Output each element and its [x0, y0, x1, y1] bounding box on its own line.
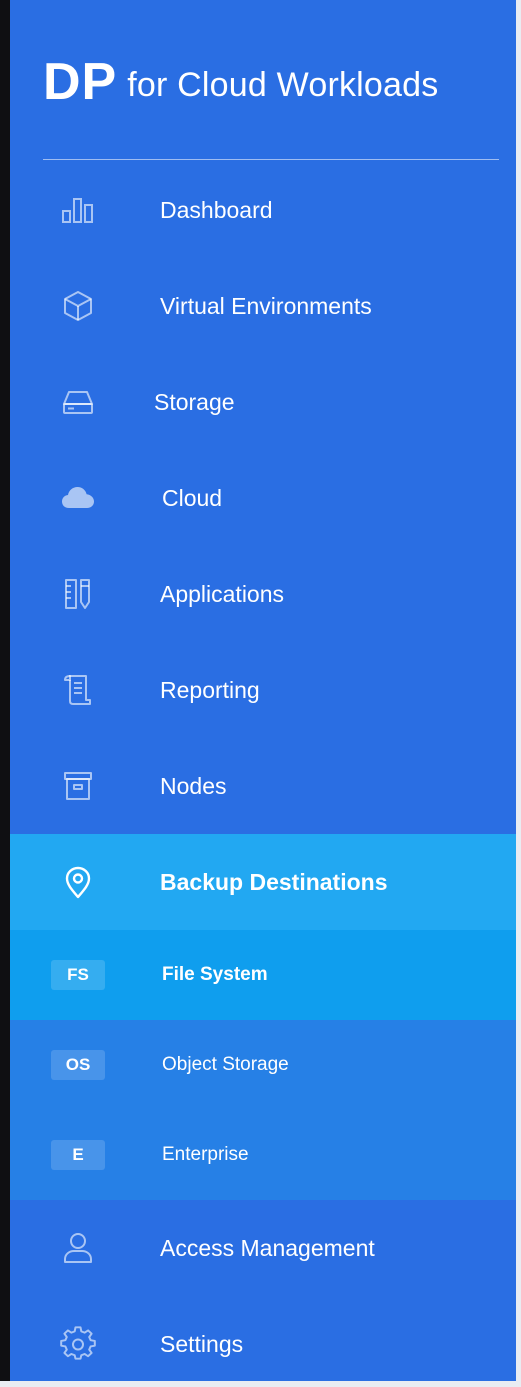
submenu-item-label: File System	[162, 964, 268, 985]
window-frame-left	[0, 0, 10, 1387]
brand[interactable]: DP for Cloud Workloads	[43, 40, 438, 110]
menu-item-backup-destinations[interactable]: Backup Destinations	[10, 834, 516, 930]
menu-item-applications[interactable]: Applications	[10, 546, 516, 642]
menu-item-label: Nodes	[160, 772, 227, 799]
submenu-badge: E	[51, 1140, 105, 1170]
brand-divider	[43, 159, 499, 160]
menu-item-label: Cloud	[162, 484, 223, 511]
main-menu: Dashboard Virtual Environments Storage C…	[10, 162, 516, 1381]
brand-subtitle: for Cloud Workloads	[127, 66, 439, 104]
menu-item-label: Backup Destinations	[160, 868, 388, 895]
hard-drive-icon	[58, 382, 98, 422]
bar-chart-icon	[58, 190, 98, 230]
menu-item-label: Applications	[160, 580, 285, 607]
menu-item-access-management[interactable]: Access Management	[10, 1200, 516, 1296]
menu-item-virtual-environments[interactable]: Virtual Environments	[10, 258, 516, 354]
menu-item-label: Dashboard	[160, 196, 273, 223]
backup-destinations-submenu: FS File System OS Object Storage E Enter…	[10, 930, 516, 1200]
cube-icon	[58, 286, 98, 326]
menu-item-dashboard[interactable]: Dashboard	[10, 162, 516, 258]
menu-item-cloud[interactable]: Cloud	[10, 450, 516, 546]
menu-item-nodes[interactable]: Nodes	[10, 738, 516, 834]
gear-icon	[58, 1324, 98, 1364]
window-frame-right	[516, 0, 521, 1387]
menu-item-storage[interactable]: Storage	[10, 354, 516, 450]
menu-item-label: Reporting	[160, 676, 260, 703]
menu-item-settings[interactable]: Settings	[10, 1296, 516, 1381]
menu-item-reporting[interactable]: Reporting	[10, 642, 516, 738]
archive-box-icon	[58, 766, 98, 806]
menu-item-label: Access Management	[160, 1234, 375, 1261]
sidebar: DP for Cloud Workloads Dashboard Virtual…	[10, 0, 516, 1381]
scroll-icon	[58, 670, 98, 710]
submenu-badge: FS	[51, 960, 105, 990]
window-frame-bottom	[0, 1381, 521, 1387]
user-icon	[58, 1228, 98, 1268]
submenu-item-label: Object Storage	[162, 1054, 289, 1075]
submenu-item-object-storage[interactable]: OS Object Storage	[10, 1020, 516, 1110]
applications-icon	[58, 574, 98, 614]
menu-item-label: Storage	[154, 388, 235, 415]
submenu-item-file-system[interactable]: FS File System	[10, 930, 516, 1020]
cloud-icon	[58, 478, 98, 518]
menu-item-label: Settings	[160, 1330, 244, 1357]
brand-logo: DP	[43, 53, 118, 111]
menu-item-label: Virtual Environments	[160, 292, 372, 319]
location-pin-icon	[58, 862, 98, 902]
submenu-badge: OS	[51, 1050, 105, 1080]
submenu-item-enterprise[interactable]: E Enterprise	[10, 1110, 516, 1200]
submenu-item-label: Enterprise	[162, 1144, 249, 1165]
